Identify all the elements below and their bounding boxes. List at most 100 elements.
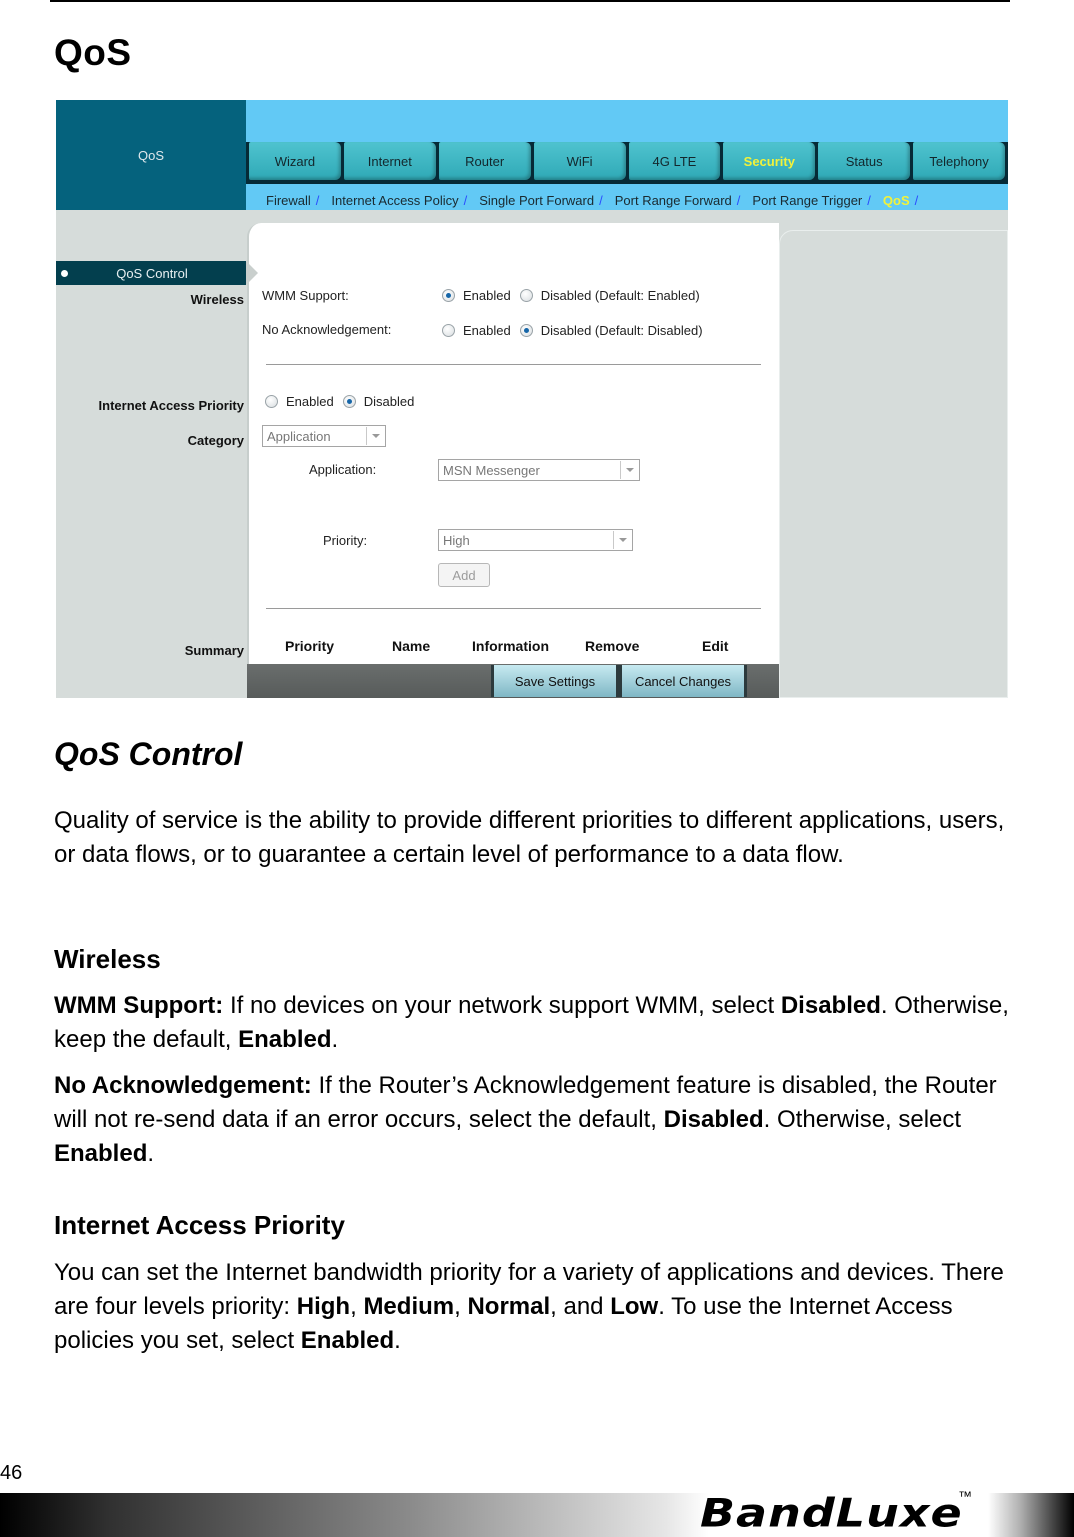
summary-col-edit: Edit <box>702 638 729 654</box>
subnav-separator: / <box>599 192 603 208</box>
page-title: QoS <box>54 32 132 73</box>
add-button[interactable]: Add <box>438 563 490 587</box>
category-select[interactable]: Application <box>262 425 386 447</box>
menu-item-label: QoS Control <box>116 265 188 281</box>
bold-text: Medium <box>363 1293 455 1320</box>
no-ack-radio-group: Enabled Disabled (Default: Disabled) <box>442 323 712 338</box>
section-label-category: Category <box>187 433 244 448</box>
subnav-separator: / <box>315 192 320 208</box>
save-settings-button[interactable]: Save Settings <box>491 665 619 697</box>
text: , <box>350 1293 364 1320</box>
subnav-port-range-trigger[interactable]: Port Range Trigger <box>752 193 862 208</box>
brand-logo: BandLuxe <box>700 1490 963 1536</box>
iap-heading: Internet Access Priority <box>54 1210 345 1240</box>
iap-paragraph: You can set the Internet bandwidth prior… <box>54 1256 1014 1358</box>
application-label: Application: <box>309 462 377 477</box>
wmm-support-label: WMM Support: <box>262 288 349 303</box>
router-screenshot: QoS Wizard Internet Router WiFi 4G LTE S… <box>56 100 1008 698</box>
wmm-paragraph: WMM Support: If no devices on your netwo… <box>54 989 1014 1057</box>
iap-disabled-radio[interactable] <box>342 395 356 408</box>
top-rule <box>50 0 1010 2</box>
wmm-disabled-label: Disabled (Default: Enabled) <box>540 288 700 303</box>
tab-status[interactable]: Status <box>818 142 911 180</box>
text: If no devices on your network support WM… <box>223 992 781 1019</box>
wmm-term: WMM Support: <box>54 992 224 1019</box>
subnav-single-port-forward[interactable]: Single Port Forward <box>479 193 594 208</box>
no-ack-enabled-label: Enabled <box>463 323 511 338</box>
text: . <box>147 1140 155 1167</box>
tab-wifi[interactable]: WiFi <box>533 142 626 180</box>
main-tabs: Wizard Internet Router WiFi 4G LTE Secur… <box>246 142 1008 184</box>
bold-text: High <box>296 1293 351 1320</box>
chevron-down-icon <box>366 427 384 445</box>
text: . <box>331 1026 339 1053</box>
summary-col-priority: Priority <box>285 638 335 654</box>
section-label-wireless: Wireless <box>190 292 244 307</box>
no-ack-enabled-radio[interactable] <box>442 324 455 337</box>
tab-wizard[interactable]: Wizard <box>249 142 341 180</box>
bold-text: Disabled <box>663 1106 764 1133</box>
wmm-support-radio-group: Enabled Disabled (Default: Enabled) <box>442 288 709 303</box>
wireless-heading: Wireless <box>54 944 161 974</box>
section-title: QoS Control <box>54 736 243 772</box>
cancel-changes-button[interactable]: Cancel Changes <box>619 665 747 697</box>
no-ack-disabled-label: Disabled (Default: Disabled) <box>540 323 703 338</box>
trademark-symbol: ™ <box>958 1488 972 1504</box>
subnav-separator: / <box>914 192 919 208</box>
tab-internet[interactable]: Internet <box>343 142 436 180</box>
section-label-internet-access-priority: Internet Access Priority <box>98 398 244 413</box>
subnav-separator: / <box>736 192 741 208</box>
category-select-value: Application <box>267 428 331 444</box>
divider <box>266 364 761 365</box>
bold-text: Normal <box>467 1293 551 1320</box>
text: . Otherwise, select <box>763 1106 962 1133</box>
priority-select-value: High <box>443 532 470 548</box>
page-number: 46 <box>0 1462 23 1484</box>
iap-radio-group: Enabled Disabled <box>265 394 423 409</box>
bold-text: Enabled <box>54 1140 148 1167</box>
right-pane <box>779 230 1008 698</box>
no-ack-disabled-radio[interactable] <box>519 324 533 337</box>
bold-text: Disabled <box>780 992 881 1019</box>
bold-text: Enabled <box>238 1026 332 1053</box>
tab-4g-lte[interactable]: 4G LTE <box>628 142 721 180</box>
subnav-internet-access-policy[interactable]: Internet Access Policy <box>331 193 458 208</box>
subnav-firewall[interactable]: Firewall <box>266 193 311 208</box>
pointer-caret-icon <box>246 261 258 285</box>
summary-col-remove: Remove <box>585 638 640 654</box>
subnav-qos[interactable]: QoS <box>883 193 910 208</box>
screen-brand-label: QoS <box>56 100 246 210</box>
no-ack-label: No Acknowledgement: <box>262 322 392 337</box>
tab-telephony[interactable]: Telephony <box>913 142 1005 180</box>
summary-col-name: Name <box>392 638 431 654</box>
sub-navigation: Firewall / Internet Access Policy / Single… <box>266 190 930 210</box>
bold-text: Enabled <box>300 1327 395 1354</box>
bold-text: Low <box>610 1293 659 1320</box>
bullet-icon <box>61 269 68 277</box>
text: , and <box>550 1293 611 1320</box>
intro-paragraph: Quality of service is the ability to pro… <box>54 807 1005 868</box>
iap-enabled-radio[interactable] <box>265 395 278 408</box>
wmm-enabled-radio[interactable] <box>442 289 455 302</box>
divider <box>266 608 761 609</box>
tab-router[interactable]: Router <box>438 142 531 180</box>
subnav-separator: / <box>463 192 468 208</box>
wmm-disabled-radio[interactable] <box>519 289 533 302</box>
chevron-down-icon <box>613 531 631 549</box>
application-select[interactable]: MSN Messenger <box>438 459 640 481</box>
tab-security[interactable]: Security <box>723 142 816 180</box>
wmm-enabled-label: Enabled <box>463 288 511 303</box>
text: , <box>454 1293 468 1320</box>
subnav-separator: / <box>867 192 871 208</box>
priority-label: Priority: <box>323 533 368 548</box>
priority-select[interactable]: High <box>438 529 633 551</box>
section-label-summary: Summary <box>184 643 244 658</box>
summary-col-information: Information <box>472 638 549 654</box>
subnav-port-range-forward[interactable]: Port Range Forward <box>615 193 732 208</box>
no-ack-paragraph: No Acknowledgement: If the Router’s Ackn… <box>54 1069 1014 1171</box>
application-select-value: MSN Messenger <box>443 462 540 478</box>
no-ack-term: No Acknowledgement: <box>54 1072 312 1099</box>
menu-item-qos-control[interactable]: QoS Control <box>56 261 246 285</box>
chevron-down-icon <box>620 461 638 479</box>
text: . <box>394 1327 401 1354</box>
